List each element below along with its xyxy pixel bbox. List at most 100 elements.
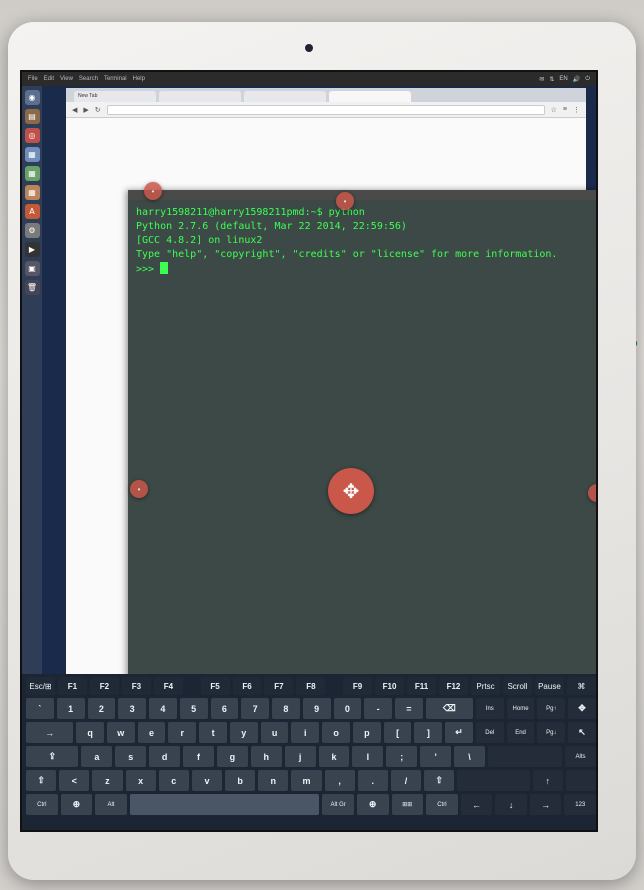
key-l[interactable]: l <box>352 746 384 767</box>
key-emoji[interactable]: ⊕ <box>60 794 93 815</box>
key-ctrl-left[interactable]: Ctrl <box>26 794 58 815</box>
touch-handle-top-left[interactable]: • <box>144 182 162 200</box>
back-icon[interactable]: ◀ <box>72 106 77 114</box>
key-f5[interactable]: F5 <box>200 677 230 695</box>
key-c[interactable]: c <box>158 770 189 791</box>
menu-file[interactable]: File <box>28 76 38 82</box>
software-center-icon[interactable]: A <box>24 204 40 219</box>
key-alt-gr[interactable]: Alt Gr <box>322 794 354 815</box>
key-k[interactable]: k <box>318 746 350 767</box>
key-esc[interactable]: Esc/⊞ <box>26 677 55 695</box>
key-backslash[interactable]: \ <box>454 746 485 767</box>
keyboard-layout-indicator[interactable]: EN <box>559 76 567 83</box>
key-h[interactable]: h <box>250 746 282 767</box>
browser-tab-active[interactable] <box>329 91 411 102</box>
browser-tab[interactable]: New Tab <box>74 91 156 102</box>
key-123[interactable]: 123 <box>564 794 596 815</box>
key-x[interactable]: x <box>125 770 156 791</box>
key-v[interactable]: v <box>191 770 223 791</box>
key-f7[interactable]: F7 <box>264 677 294 695</box>
key-slash[interactable]: / <box>390 770 422 791</box>
key-right-shift[interactable]: ⇧ <box>424 770 455 791</box>
reload-icon[interactable]: ↻ <box>95 106 101 114</box>
power-icon[interactable]: ⏻ <box>585 76 590 83</box>
key-m[interactable]: m <box>291 770 322 791</box>
menu-terminal[interactable]: Terminal <box>104 76 127 82</box>
browser-tab[interactable] <box>159 91 241 102</box>
more-icon[interactable]: ⋮ <box>573 106 580 114</box>
key-quote[interactable]: ' <box>420 746 452 767</box>
terminal-icon[interactable]: ▶ <box>24 242 40 257</box>
key-period[interactable]: . <box>357 770 388 791</box>
key-menu[interactable]: ⊞⊞ <box>391 794 424 815</box>
key-q[interactable]: q <box>76 722 104 743</box>
mail-icon[interactable]: ✉ <box>539 76 544 83</box>
key-space[interactable] <box>129 794 320 815</box>
key-z[interactable]: z <box>92 770 123 791</box>
key-f6[interactable]: F6 <box>232 677 262 695</box>
key-page-up[interactable]: Pg↑ <box>537 698 566 719</box>
key-left-shift[interactable]: ⇧ <box>26 770 57 791</box>
files-icon[interactable]: ▤ <box>24 109 40 124</box>
key-f4[interactable]: F4 <box>153 677 183 695</box>
workspace-switcher-icon[interactable]: ▣ <box>24 261 40 276</box>
move-cursor-button[interactable]: ✥ <box>328 468 374 514</box>
key-e[interactable]: e <box>137 722 166 743</box>
key-7[interactable]: 7 <box>241 698 269 719</box>
key-a[interactable]: a <box>81 746 113 767</box>
key-arrow-right[interactable]: → <box>529 794 562 815</box>
key-f2[interactable]: F2 <box>89 677 119 695</box>
key-6[interactable]: 6 <box>210 698 239 719</box>
key-left-bracket[interactable]: [ <box>383 722 412 743</box>
key-alts[interactable]: Alts <box>565 746 596 767</box>
terminal-output[interactable]: harry1598211@harry1598211pmd:~$ python Py… <box>128 200 596 283</box>
settings-icon[interactable]: ⚙ <box>24 223 40 238</box>
touch-handle-top[interactable]: • <box>336 192 354 210</box>
menu-help[interactable]: Help <box>133 76 145 82</box>
key-backspace[interactable]: ⌫ <box>425 698 473 719</box>
key-end[interactable]: End <box>506 722 535 743</box>
key-p[interactable]: p <box>352 722 381 743</box>
key-2[interactable]: 2 <box>87 698 116 719</box>
key-semicolon[interactable]: ; <box>386 746 418 767</box>
key-u[interactable]: u <box>260 722 289 743</box>
key-prtsc[interactable]: Prtsc <box>470 677 500 695</box>
key-equals[interactable]: = <box>395 698 423 719</box>
key-f12[interactable]: F12 <box>439 677 468 695</box>
key-enter[interactable]: ↵ <box>445 722 473 743</box>
key-1[interactable]: 1 <box>56 698 85 719</box>
browser-tab[interactable] <box>244 91 326 102</box>
key-page-down[interactable]: Pg↓ <box>537 722 566 743</box>
menu-icon[interactable]: ≡ <box>563 106 567 114</box>
key-f10[interactable]: F10 <box>375 677 405 695</box>
writer-icon[interactable]: ▦ <box>24 147 40 162</box>
key-5[interactable]: 5 <box>179 698 208 719</box>
key-scroll[interactable]: Scroll <box>502 677 532 695</box>
key-arrow-left[interactable]: ← <box>460 794 493 815</box>
impress-icon[interactable]: ▦ <box>24 185 40 200</box>
key-i[interactable]: i <box>291 722 320 743</box>
key-4[interactable]: 4 <box>149 698 177 719</box>
key-insert[interactable]: Ins <box>475 698 504 719</box>
address-bar[interactable] <box>106 104 545 115</box>
key-g[interactable]: g <box>216 746 248 767</box>
calc-icon[interactable]: ▦ <box>24 166 40 181</box>
key-tab[interactable]: → <box>26 722 74 743</box>
volume-icon[interactable]: 🔊 <box>573 76 580 83</box>
key-f8[interactable]: F8 <box>296 677 326 695</box>
key-j[interactable]: j <box>284 746 316 767</box>
key-f11[interactable]: F11 <box>407 677 436 695</box>
key-home[interactable]: Home <box>506 698 535 719</box>
key-globe[interactable]: ⊕ <box>356 794 389 815</box>
key-d[interactable]: d <box>149 746 181 767</box>
key-arrow-up[interactable]: ↑ <box>532 770 563 791</box>
network-icon[interactable]: ⇅ <box>549 76 554 83</box>
key-delete[interactable]: Del <box>475 722 504 743</box>
key-0[interactable]: 0 <box>333 698 362 719</box>
key-ctrl-right[interactable]: Ctrl <box>426 794 458 815</box>
menu-edit[interactable]: Edit <box>44 76 54 82</box>
touch-handle-left[interactable]: • <box>130 480 148 498</box>
key-y[interactable]: y <box>229 722 258 743</box>
bookmark-star-icon[interactable]: ☆ <box>551 106 557 114</box>
key-t[interactable]: t <box>199 722 227 743</box>
